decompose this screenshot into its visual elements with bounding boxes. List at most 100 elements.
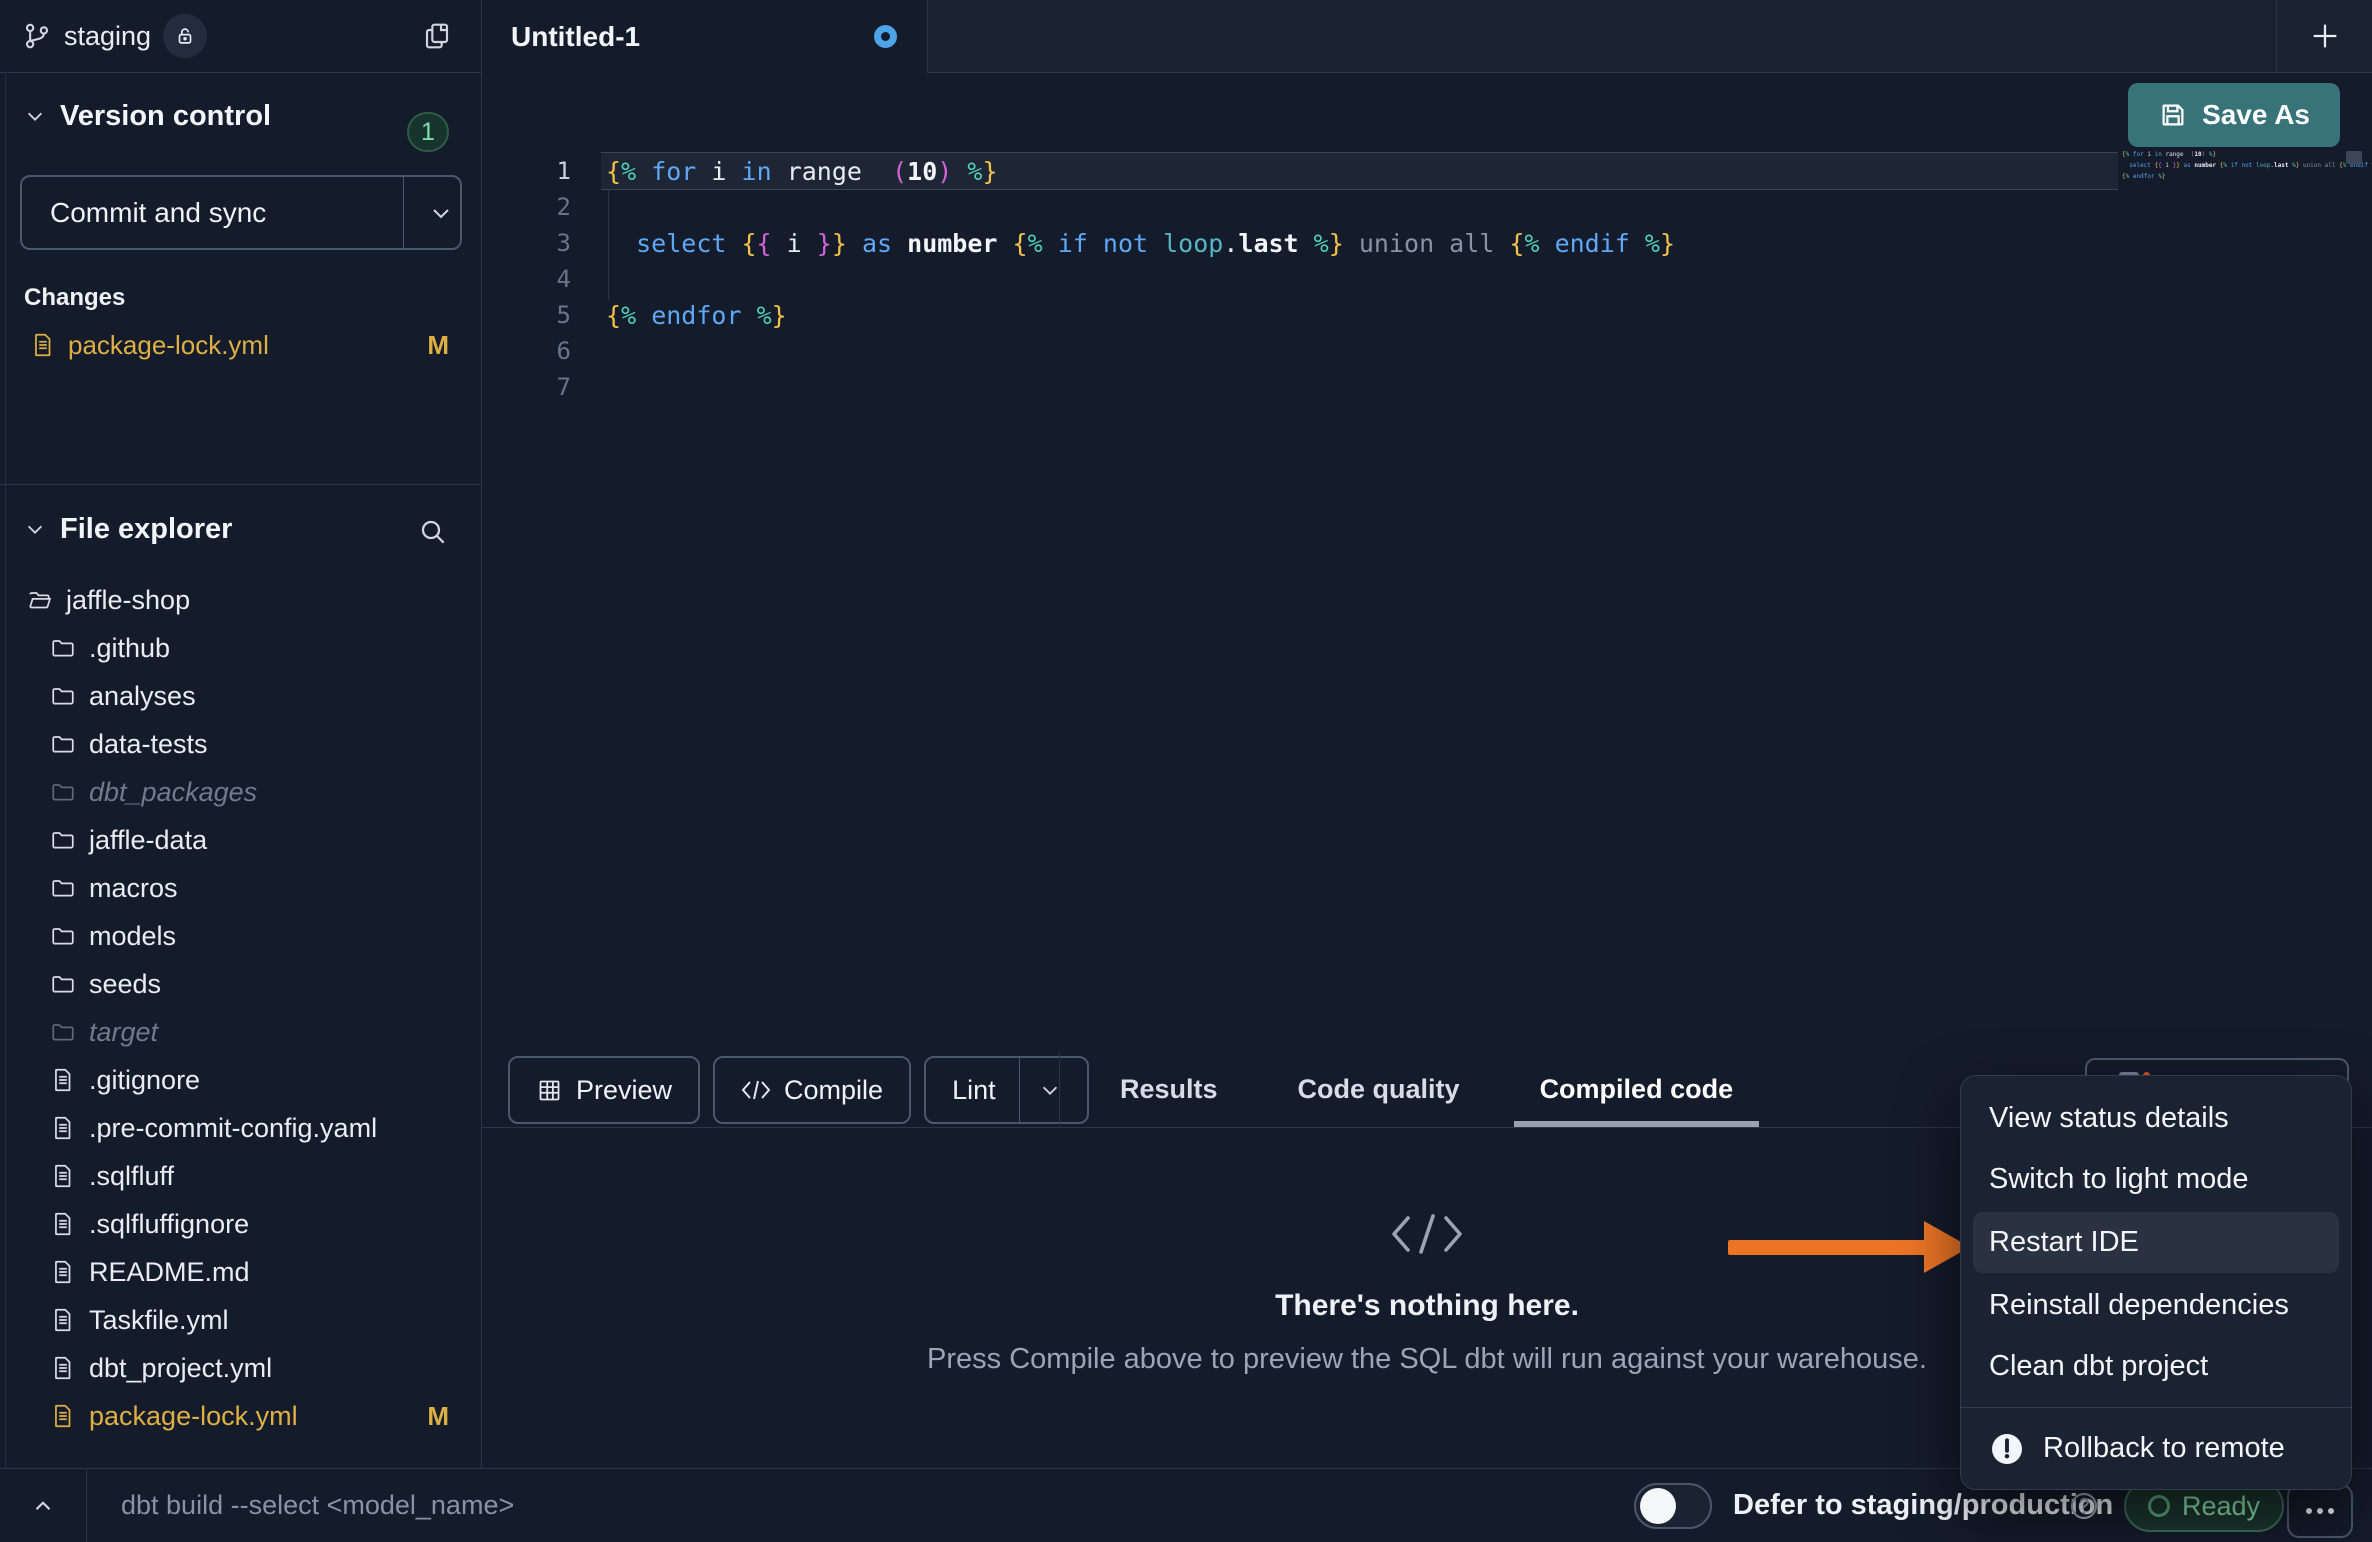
file-item-models[interactable]: models <box>0 912 481 960</box>
file-item-macros[interactable]: macros <box>0 864 481 912</box>
git-branch-icon <box>22 21 52 51</box>
file-icon <box>30 332 56 358</box>
menu-item-clean-dbt-project[interactable]: Clean dbt project <box>1961 1336 2351 1397</box>
file-item-dbt_project.yml[interactable]: dbt_project.yml <box>0 1344 481 1392</box>
file-item-.gitignore[interactable]: .gitignore <box>0 1056 481 1104</box>
commit-button-label: Commit and sync <box>50 177 266 248</box>
file-icon <box>50 1067 76 1093</box>
file-name: analyses <box>89 681 196 712</box>
code-text: select {{ i }} as number {% if not loop.… <box>571 229 1675 258</box>
tab-compiled-code[interactable]: Compiled code <box>1528 1052 1746 1127</box>
file-name: jaffle-shop <box>66 585 190 616</box>
version-control-header[interactable]: Version control 1 <box>0 92 481 140</box>
file-item-.sqlfluffignore[interactable]: .sqlfluffignore <box>0 1200 481 1248</box>
commit-and-sync-button[interactable]: Commit and sync <box>20 175 462 250</box>
code-line-4[interactable]: 4 <box>482 261 2372 297</box>
toolbar-divider <box>1059 1052 1060 1127</box>
more-options-button[interactable] <box>2287 1484 2353 1538</box>
arrow-tail <box>1728 1240 1928 1255</box>
editor-scrollbar-thumb[interactable] <box>2346 151 2362 164</box>
chevron-down-icon[interactable] <box>1039 1079 1061 1101</box>
line-number: 5 <box>482 301 571 329</box>
defer-toggle[interactable] <box>1634 1483 1712 1529</box>
file-name: models <box>89 921 176 952</box>
result-tabs: Results Code quality Compiled code <box>1108 1052 1745 1127</box>
dot <box>2317 1508 2323 1514</box>
line-number: 4 <box>482 265 571 293</box>
folder-icon <box>50 731 76 757</box>
file-item-target[interactable]: target <box>0 1008 481 1056</box>
dot <box>2328 1508 2334 1514</box>
menu-item-label: Rollback to remote <box>2043 1432 2285 1465</box>
tab-strip: Untitled-1 <box>481 0 2372 72</box>
version-control-title: Version control <box>60 100 271 133</box>
code-line-1[interactable]: 1{% for i in range (10) %} <box>482 153 2372 189</box>
new-tab-button[interactable] <box>2302 18 2348 54</box>
folder-icon <box>50 827 76 853</box>
file-item-Taskfile.yml[interactable]: Taskfile.yml <box>0 1296 481 1344</box>
file-item-seeds[interactable]: seeds <box>0 960 481 1008</box>
file-name: README.md <box>89 1257 250 1288</box>
file-name: dbt_project.yml <box>89 1353 272 1384</box>
file-item-analyses[interactable]: analyses <box>0 672 481 720</box>
menu-item-restart-ide[interactable]: Restart IDE <box>1973 1212 2339 1273</box>
code-line-3[interactable]: 3 select {{ i }} as number {% if not loo… <box>482 225 2372 261</box>
file-tree: jaffle-shop.githubanalysesdata-testsdbt_… <box>0 576 481 1440</box>
file-item-data-tests[interactable]: data-tests <box>0 720 481 768</box>
button-label: Lint <box>952 1075 996 1106</box>
code-line-5[interactable]: 5{% endfor %} <box>482 297 2372 333</box>
file-item-package-lock.yml[interactable]: package-lock.ymlM <box>0 1392 481 1440</box>
alert-circle-icon <box>1989 1431 2025 1467</box>
tab-untitled-1[interactable]: Untitled-1 <box>481 0 928 73</box>
new-tab-zone <box>2276 0 2372 72</box>
code-line-2[interactable]: 2 <box>482 189 2372 225</box>
code-line-7[interactable]: 7 <box>482 369 2372 405</box>
copy-button[interactable] <box>417 16 457 56</box>
file-item-README.md[interactable]: README.md <box>0 1248 481 1296</box>
minimap[interactable]: {% for i in range (10) %} select {{ i }}… <box>2122 149 2352 182</box>
changed-file-row[interactable]: package-lock.yml M <box>0 326 481 364</box>
lint-button[interactable]: Lint <box>924 1056 1089 1124</box>
unsaved-indicator-dot <box>874 25 897 48</box>
help-icon[interactable] <box>2068 1490 2100 1522</box>
folder-icon <box>50 875 76 901</box>
file-item-.pre-commit-config.yaml[interactable]: .pre-commit-config.yaml <box>0 1104 481 1152</box>
file-name: jaffle-data <box>89 825 207 856</box>
file-explorer-section: File explorer jaffle-shop .github analyses… <box>0 484 481 1469</box>
file-name: target <box>89 1017 158 1048</box>
button-divider <box>1019 1058 1020 1122</box>
search-icon <box>417 516 449 548</box>
compile-button[interactable]: Compile <box>713 1056 911 1124</box>
file-name: .github <box>89 633 170 664</box>
ready-status-icon <box>2148 1495 2170 1517</box>
branch-name[interactable]: staging <box>64 21 151 52</box>
expand-command-bar-button[interactable] <box>22 1485 64 1527</box>
menu-item-label: Restart IDE <box>1989 1226 2139 1259</box>
tab-results[interactable]: Results <box>1108 1052 1230 1127</box>
code-editor[interactable]: Save As 1{% for i in range (10) %}23 sel… <box>482 73 2372 1052</box>
menu-item-switch-to-light-mode[interactable]: Switch to light mode <box>1961 1149 2351 1210</box>
file-explorer-header[interactable]: File explorer <box>0 505 481 553</box>
file-item-jaffle-data[interactable]: jaffle-data <box>0 816 481 864</box>
menu-item-view-status-details[interactable]: View status details <box>1961 1088 2351 1149</box>
file-item-dbt_packages[interactable]: dbt_packages <box>0 768 481 816</box>
file-item-jaffle-shop[interactable]: jaffle-shop <box>0 576 481 624</box>
menu-item-rollback-to-remote[interactable]: Rollback to remote <box>1961 1418 2351 1479</box>
command-input[interactable]: dbt build --select <model_name> <box>121 1469 514 1542</box>
file-item-.sqlfluff[interactable]: .sqlfluff <box>0 1152 481 1200</box>
chevron-down-icon[interactable] <box>417 177 464 248</box>
save-as-button[interactable]: Save As <box>2128 83 2340 147</box>
table-icon <box>536 1077 563 1104</box>
folder-icon <box>50 779 76 805</box>
file-item-.github[interactable]: .github <box>0 624 481 672</box>
chevron-up-icon <box>30 1493 56 1519</box>
code-lines: 1{% for i in range (10) %}23 select {{ i… <box>482 153 2372 405</box>
menu-item-reinstall-dependencies[interactable]: Reinstall dependencies <box>1961 1275 2351 1336</box>
code-line-6[interactable]: 6 <box>482 333 2372 369</box>
preview-button[interactable]: Preview <box>508 1056 700 1124</box>
toggle-knob <box>1640 1488 1676 1524</box>
file-name: package-lock.yml <box>89 1401 298 1432</box>
tab-code-quality[interactable]: Code quality <box>1286 1052 1472 1127</box>
search-button[interactable] <box>411 515 455 549</box>
file-name: Taskfile.yml <box>89 1305 229 1336</box>
